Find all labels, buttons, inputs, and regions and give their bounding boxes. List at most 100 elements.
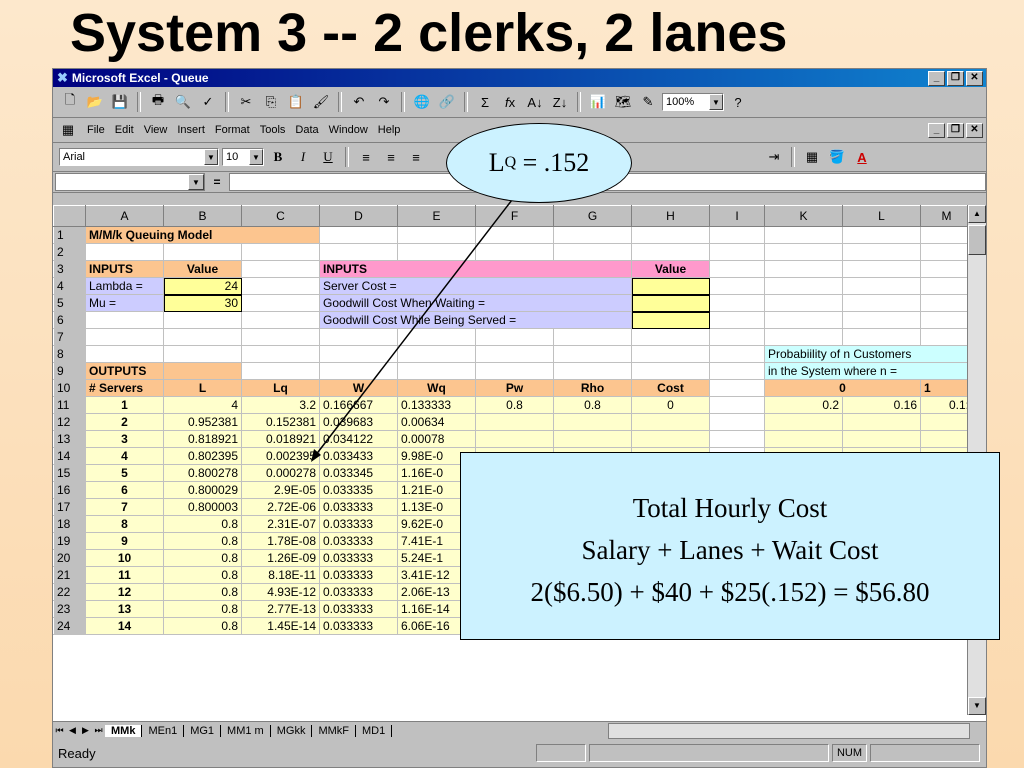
- sheet-cell[interactable]: 0.152381: [241, 413, 320, 431]
- sheet-cell[interactable]: 9: [85, 532, 164, 550]
- column-header[interactable]: K: [764, 205, 843, 227]
- sheet-cell[interactable]: 7: [85, 498, 164, 516]
- sheet-cell[interactable]: [397, 226, 476, 244]
- sheet-cell[interactable]: 8.18E-11: [241, 566, 320, 584]
- align-left-icon[interactable]: ≡: [355, 146, 377, 168]
- sheet-cell[interactable]: 2: [85, 413, 164, 431]
- copy-icon[interactable]: ⎘: [260, 91, 282, 113]
- last-sheet-icon[interactable]: ⏭: [92, 725, 105, 736]
- sheet-cell[interactable]: 0.8: [163, 549, 242, 567]
- chart-wizard-icon[interactable]: 📊: [587, 91, 609, 113]
- row-header[interactable]: 4: [53, 277, 86, 295]
- format-painter-icon[interactable]: 🖌: [310, 91, 332, 113]
- sheet-cell[interactable]: [163, 328, 242, 346]
- column-header[interactable]: L: [842, 205, 921, 227]
- map-icon[interactable]: 🗺: [612, 91, 634, 113]
- sheet-cell[interactable]: 0.033333: [319, 583, 398, 601]
- sheet-tab-md1[interactable]: MD1: [356, 724, 393, 737]
- fill-color-icon[interactable]: 🪣: [826, 146, 848, 168]
- sheet-cell[interactable]: 12: [85, 583, 164, 601]
- row-header[interactable]: 13: [53, 430, 86, 448]
- sheet-cell[interactable]: [241, 294, 320, 312]
- doc-minimize-button[interactable]: _: [928, 122, 945, 138]
- underline-button[interactable]: U: [317, 146, 339, 168]
- doc-close-button[interactable]: ✕: [966, 122, 983, 138]
- column-header[interactable]: C: [241, 205, 320, 227]
- sheet-cell[interactable]: 0.033333: [319, 600, 398, 618]
- sheet-cell[interactable]: [241, 362, 320, 380]
- sheet-cell[interactable]: [920, 226, 973, 244]
- sheet-cell[interactable]: 0.166667: [319, 396, 398, 414]
- sheet-cell[interactable]: [553, 226, 632, 244]
- sheet-cell[interactable]: [397, 328, 476, 346]
- sheet-cell[interactable]: [85, 311, 164, 329]
- sheet-cell[interactable]: W: [319, 379, 398, 397]
- chevron-down-icon[interactable]: ▼: [204, 149, 218, 165]
- sheet-cell[interactable]: [319, 362, 398, 380]
- sheet-cell[interactable]: [842, 277, 921, 295]
- sheet-cell[interactable]: 0.1:: [920, 396, 973, 414]
- sheet-cell[interactable]: OUTPUTS: [85, 362, 164, 380]
- sheet-cell[interactable]: 30: [163, 294, 242, 312]
- chevron-down-icon[interactable]: ▼: [188, 174, 204, 190]
- sheet-cell[interactable]: [475, 345, 554, 363]
- menu-insert[interactable]: Insert: [177, 124, 205, 136]
- sheet-cell[interactable]: Lq: [241, 379, 320, 397]
- sheet-cell[interactable]: 13: [85, 600, 164, 618]
- sheet-tab-mg1[interactable]: MG1: [184, 724, 222, 737]
- sheet-cell[interactable]: [709, 294, 765, 312]
- sheet-cell[interactable]: [764, 328, 843, 346]
- sheet-cell[interactable]: [920, 328, 973, 346]
- font-size-select[interactable]: 10 ▼: [222, 148, 264, 166]
- column-header[interactable]: H: [631, 205, 710, 227]
- sheet-tab-mmk[interactable]: MMk: [105, 724, 143, 737]
- function-icon[interactable]: fx: [499, 91, 521, 113]
- sheet-cell[interactable]: [553, 345, 632, 363]
- sheet-cell[interactable]: Mu =: [85, 294, 164, 312]
- sheet-cell[interactable]: [764, 294, 843, 312]
- sheet-cell[interactable]: [920, 413, 973, 431]
- font-color-icon[interactable]: A: [851, 146, 873, 168]
- sheet-cell[interactable]: [553, 328, 632, 346]
- chevron-down-icon[interactable]: ▼: [249, 149, 263, 165]
- sheet-cell[interactable]: 0.133333: [397, 396, 476, 414]
- sheet-cell[interactable]: [764, 277, 843, 295]
- align-right-icon[interactable]: ≡: [405, 146, 427, 168]
- sheet-cell[interactable]: 0.802395: [163, 447, 242, 465]
- autosum-icon[interactable]: Σ: [474, 91, 496, 113]
- sheet-cell[interactable]: [709, 413, 765, 431]
- sheet-cell[interactable]: 0.033333: [319, 532, 398, 550]
- sheet-tab-mgkk[interactable]: MGkk: [271, 724, 313, 737]
- row-header[interactable]: 24: [53, 617, 86, 635]
- sheet-cell[interactable]: 2.31E-07: [241, 515, 320, 533]
- menu-format[interactable]: Format: [215, 124, 250, 136]
- sheet-tab-mmkf[interactable]: MMkF: [312, 724, 356, 737]
- open-folder-icon[interactable]: 📂: [84, 91, 106, 113]
- chevron-down-icon[interactable]: ▼: [709, 94, 723, 110]
- sheet-cell[interactable]: [920, 243, 973, 261]
- sheet-cell[interactable]: 0.8: [475, 396, 554, 414]
- name-box[interactable]: ▼: [55, 173, 205, 191]
- sheet-cell[interactable]: 0.952381: [163, 413, 242, 431]
- sheet-cell[interactable]: Pw: [475, 379, 554, 397]
- column-header[interactable]: A: [85, 205, 164, 227]
- sheet-cell[interactable]: 2.9E-05: [241, 481, 320, 499]
- sheet-cell[interactable]: 4.93E-12: [241, 583, 320, 601]
- sheet-cell[interactable]: INPUTS: [319, 260, 632, 278]
- window-titlebar[interactable]: ✖ Microsoft Excel - Queue _ ❐ ✕: [53, 69, 986, 87]
- sheet-cell[interactable]: [842, 430, 921, 448]
- sheet-cell[interactable]: [319, 243, 398, 261]
- sheet-cell[interactable]: [631, 328, 710, 346]
- save-icon[interactable]: 💾: [109, 91, 131, 113]
- sheet-cell[interactable]: 0.033333: [319, 549, 398, 567]
- sheet-cell[interactable]: 0.8: [163, 532, 242, 550]
- next-sheet-icon[interactable]: ▶: [79, 725, 92, 736]
- sheet-cell[interactable]: [631, 413, 710, 431]
- sheet-cell[interactable]: [631, 311, 710, 329]
- sheet-cell[interactable]: [709, 345, 765, 363]
- sheet-cell[interactable]: 0.018921: [241, 430, 320, 448]
- sheet-cell[interactable]: [163, 345, 242, 363]
- sheet-cell[interactable]: [163, 311, 242, 329]
- row-header[interactable]: 11: [53, 396, 86, 414]
- sheet-cell[interactable]: 0.818921: [163, 430, 242, 448]
